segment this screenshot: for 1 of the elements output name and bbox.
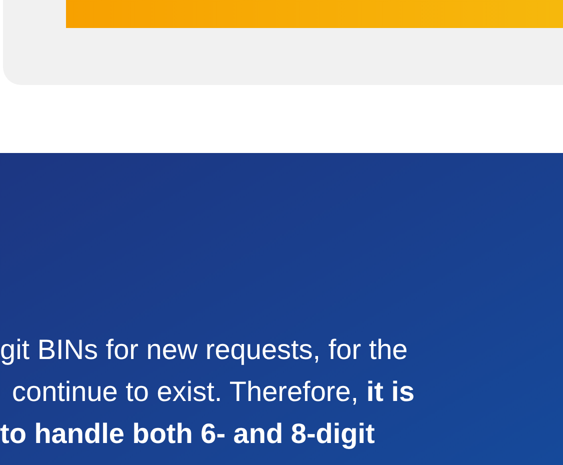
- banner-text: git BINs for new requests, for the continue to exist. Therefore, it is to handle both 6- and 8-digit: [0, 333, 416, 451]
